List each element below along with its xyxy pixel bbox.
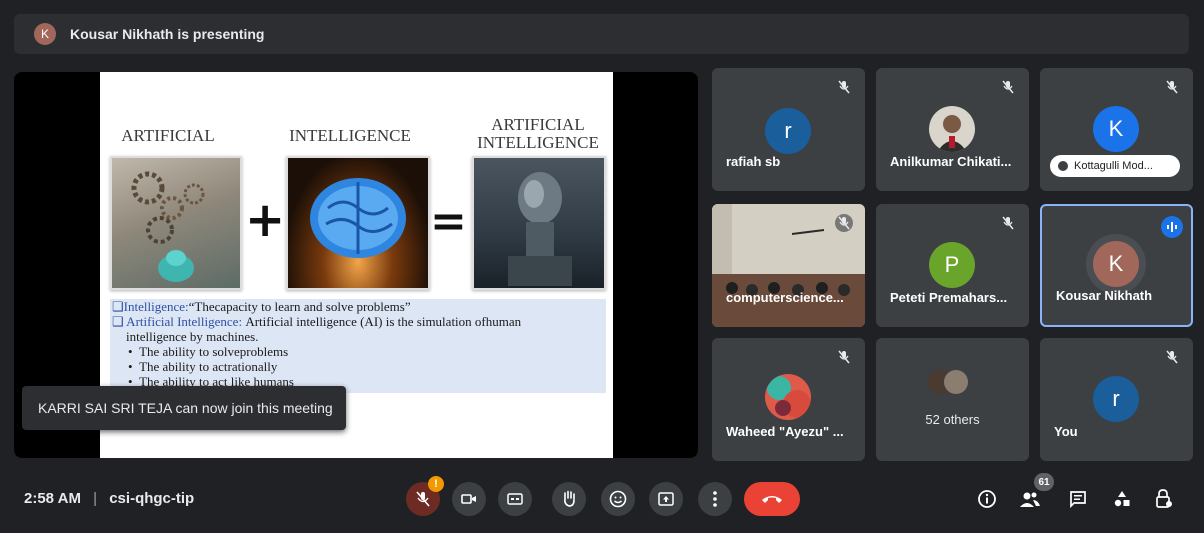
participant-avatar: K xyxy=(1093,106,1139,152)
robot-image xyxy=(472,156,606,290)
participant-name: Kottagulli Mod... xyxy=(1074,160,1153,172)
participant-name: You xyxy=(1054,424,1078,439)
speaking-indicator-icon xyxy=(1161,216,1183,238)
mic-off-icon xyxy=(1163,78,1181,96)
activities-icon xyxy=(1114,491,1130,507)
mic-toggle-button[interactable]: ! xyxy=(406,476,444,516)
separator: | xyxy=(93,490,98,507)
artificial-image xyxy=(110,156,242,290)
slide-heading-ai-line2: INTELLIGENCE xyxy=(477,133,599,152)
mic-off-icon xyxy=(1163,348,1181,366)
present-icon xyxy=(658,492,674,506)
lock-person-icon xyxy=(1156,489,1172,508)
slide-heading-ai: ARTIFICIAL INTELLIGENCE xyxy=(470,116,606,152)
participant-tile[interactable]: Anilkumar Chikati... xyxy=(876,68,1029,191)
participant-tile[interactable]: computerscience... xyxy=(712,204,865,327)
hand-icon xyxy=(1058,161,1068,171)
others-tile[interactable]: 52 others xyxy=(876,338,1029,461)
others-avatar xyxy=(944,370,968,394)
participant-photo xyxy=(929,106,975,152)
brain-image xyxy=(286,156,430,290)
bullet-act-rationally: The ability to actrationally xyxy=(139,359,278,374)
raise-hand-button[interactable] xyxy=(552,482,586,516)
emoji-icon xyxy=(609,490,627,508)
intelligence-label: ❑Intelligence: xyxy=(112,299,189,314)
meeting-details-button[interactable] xyxy=(973,485,1001,513)
others-count: 52 others xyxy=(925,412,980,427)
mic-off-icon xyxy=(416,491,430,507)
clock-time: 2:58 AM xyxy=(24,490,81,507)
host-controls-button[interactable] xyxy=(1150,485,1178,513)
camera-toggle-button[interactable] xyxy=(452,482,486,516)
plus-sign: + xyxy=(245,192,286,248)
mic-off-icon xyxy=(999,78,1017,96)
participant-name: Anilkumar Chikati... xyxy=(890,154,1012,169)
slide-text-box: ❑Intelligence:“Thecapacity to learn and … xyxy=(110,299,606,393)
meeting-info: 2:58 AM | csi-qhgc-tip xyxy=(24,490,194,507)
mic-off-icon xyxy=(999,214,1017,232)
slide-heading-ai-line1: ARTIFICIAL xyxy=(491,115,585,134)
participant-name-chip: Kottagulli Mod... xyxy=(1050,155,1180,177)
present-screen-button[interactable] xyxy=(649,482,683,516)
emoji-reactions-button[interactable] xyxy=(601,482,635,516)
ai-definition-cont: intelligence by machines. xyxy=(126,329,259,344)
mic-off-icon xyxy=(835,78,853,96)
presenting-text: Kousar Nikhath is presenting xyxy=(70,26,265,42)
chat-button[interactable] xyxy=(1064,485,1092,513)
slide-heading-artificial: ARTIFICIAL xyxy=(121,126,215,145)
participant-name: computerscience... xyxy=(726,290,844,305)
people-button[interactable]: 61 xyxy=(1016,473,1054,513)
participant-avatar: r xyxy=(1093,376,1139,422)
presenting-banner: K Kousar Nikhath is presenting xyxy=(14,14,1189,54)
mic-off-icon xyxy=(835,348,853,366)
captions-button[interactable] xyxy=(498,482,532,516)
participant-name: Waheed "Ayezu" ... xyxy=(726,424,844,439)
participant-avatar: r xyxy=(765,108,811,154)
info-icon xyxy=(978,490,996,508)
participant-tile-active-speaker[interactable]: K Kousar Nikhath xyxy=(1040,204,1193,327)
participant-tile[interactable]: r rafiah sb xyxy=(712,68,865,191)
bullet-solve-problems: The ability to solveproblems xyxy=(139,344,289,359)
more-vert-icon xyxy=(713,491,717,507)
participant-avatar: K xyxy=(1093,241,1139,287)
participant-avatar: P xyxy=(929,242,975,288)
join-notification: KARRI SAI SRI TEJA can now join this mee… xyxy=(22,386,346,430)
join-notification-text: KARRI SAI SRI TEJA can now join this mee… xyxy=(38,400,333,416)
participant-name: Peteti Premahars... xyxy=(890,290,1008,305)
participant-name: rafiah sb xyxy=(726,154,781,169)
bottom-control-bar: 2:58 AM | csi-qhgc-tip ! 61 xyxy=(0,468,1204,528)
participant-photo xyxy=(765,374,811,420)
ai-label: ❑ Artificial Intelligence: xyxy=(112,314,243,329)
ai-definition: Artificial intelligence (AI) is the simu… xyxy=(245,314,522,329)
equals-sign: = xyxy=(430,196,467,247)
more-options-button[interactable] xyxy=(698,482,732,516)
people-icon xyxy=(1020,492,1040,507)
slide-heading-intelligence: INTELLIGENCE xyxy=(289,126,411,145)
chat-icon xyxy=(1070,491,1086,508)
intelligence-definition: “Thecapacity to learn and solve problems… xyxy=(188,299,411,314)
mic-off-icon xyxy=(835,214,853,232)
camera-icon xyxy=(461,494,476,504)
participants-count-badge: 61 xyxy=(1034,473,1054,491)
end-call-icon xyxy=(762,496,782,503)
participant-tile[interactable]: Waheed "Ayezu" ... xyxy=(712,338,865,461)
captions-icon xyxy=(507,493,523,505)
hand-icon xyxy=(564,490,575,507)
leave-call-button[interactable] xyxy=(744,482,800,516)
meeting-code: csi-qhgc-tip xyxy=(109,490,195,507)
participant-tile[interactable]: K Kottagulli Mod... xyxy=(1040,68,1193,191)
mic-alert-badge: ! xyxy=(428,476,444,492)
self-tile[interactable]: r You xyxy=(1040,338,1193,461)
presenter-avatar: K xyxy=(34,23,56,45)
activities-button[interactable] xyxy=(1108,485,1136,513)
participant-name: Kousar Nikhath xyxy=(1056,288,1153,303)
participant-tile[interactable]: P Peteti Premahars... xyxy=(876,204,1029,327)
